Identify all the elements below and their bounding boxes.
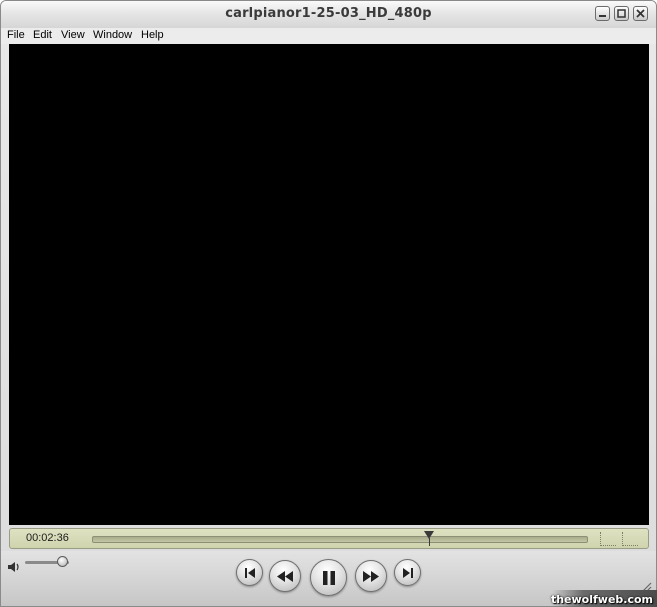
quicktime-player-window: carlpianor1-25-03_HD_480p File Edit View… [0,0,657,607]
menu-edit[interactable]: Edit [33,29,52,41]
pause-icon [322,570,336,585]
minimize-icon [598,9,607,18]
minimize-button[interactable] [595,6,610,21]
go-to-start-button[interactable] [236,559,263,586]
fast-forward-icon [363,570,379,582]
menu-help[interactable]: Help [141,29,164,41]
timeline-scrubber[interactable] [92,536,588,543]
audio-level-left-icon [600,532,616,546]
video-display[interactable] [9,44,649,525]
maximize-button[interactable] [614,6,629,21]
timeline-display: 00:02:36 [9,528,649,549]
title-bar[interactable]: carlpianor1-25-03_HD_480p [1,1,656,29]
menu-window[interactable]: Window [93,29,132,41]
current-time: 00:02:36 [26,532,69,544]
watermark-text: thewolfweb.com [550,593,653,606]
menu-file[interactable]: File [7,29,25,41]
pause-button[interactable] [310,559,347,596]
maximize-icon [617,9,626,18]
audio-level-right-icon [622,532,638,546]
menu-view[interactable]: View [61,29,85,41]
close-button[interactable] [633,6,648,21]
go-to-end-button[interactable] [394,559,421,586]
volume-knob[interactable] [57,556,69,567]
skip-back-icon [244,567,256,579]
fast-forward-button[interactable] [355,560,387,592]
playhead-stem [429,538,431,546]
menu-bar: File Edit View Window Help [1,28,656,44]
skip-forward-icon [402,567,414,579]
window-title: carlpianor1-25-03_HD_480p [225,6,432,21]
close-icon [636,9,645,18]
rewind-icon [277,570,293,582]
rewind-button[interactable] [269,560,301,592]
speaker-icon[interactable] [7,558,21,577]
